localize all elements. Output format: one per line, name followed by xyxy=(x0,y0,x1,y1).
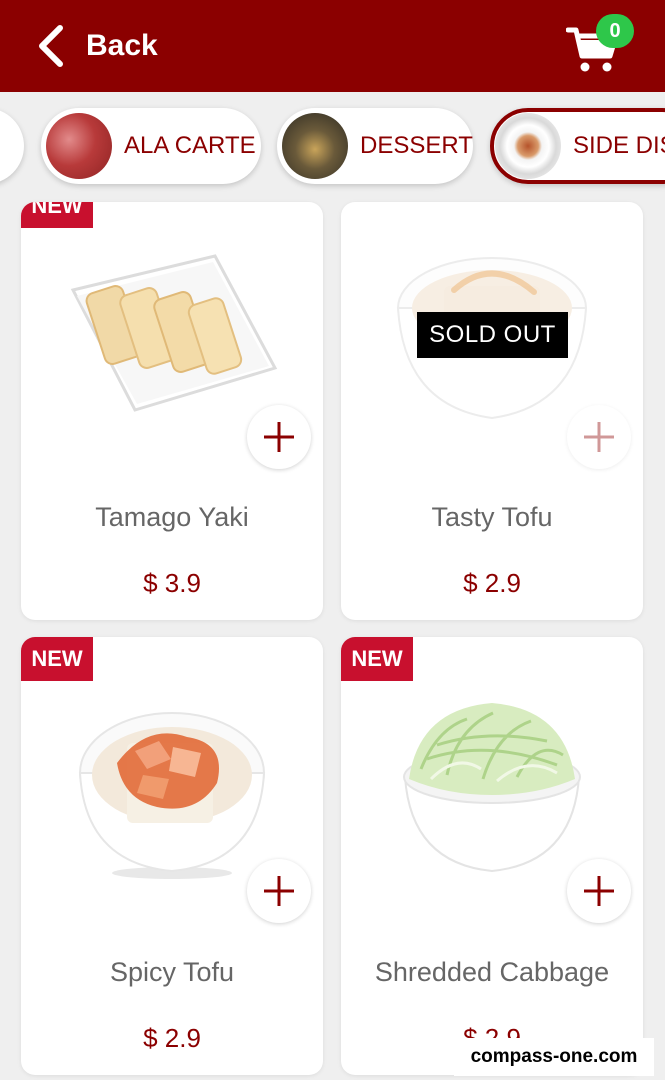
shredded-cabbage-image xyxy=(403,703,581,873)
cart-count-badge: 0 xyxy=(596,14,634,48)
back-button[interactable]: Back xyxy=(36,24,158,68)
category-label: ALA CARTE xyxy=(124,132,256,159)
watermark: compass-one.com xyxy=(454,1038,654,1076)
beef-thumbnail xyxy=(46,113,112,179)
add-to-cart-button-disabled xyxy=(567,405,631,469)
add-to-cart-button[interactable] xyxy=(247,859,311,923)
add-to-cart-button[interactable] xyxy=(247,405,311,469)
category-ala-carte[interactable]: ALA CARTE xyxy=(41,108,261,184)
top-bar: Back 0 xyxy=(0,0,665,92)
product-card-tasty-tofu[interactable]: SOLD OUT Tasty Tofu $ 2.9 xyxy=(341,202,643,620)
category-pill-partial[interactable] xyxy=(0,108,24,184)
category-label: DESSERT xyxy=(360,132,473,159)
product-card-shredded-cabbage[interactable]: NEW Shredded Cabbage $ 2.9 xyxy=(341,637,643,1075)
product-name: Tamago Yaki xyxy=(95,502,249,532)
plus-icon xyxy=(264,876,294,906)
product-name: Tasty Tofu xyxy=(431,502,553,532)
plus-icon xyxy=(584,876,614,906)
product-name: Spicy Tofu xyxy=(109,957,235,987)
dessert-thumbnail xyxy=(282,113,348,179)
product-price: $ 2.9 xyxy=(463,568,521,598)
category-strip[interactable]: ALA CARTE DESSERT SIDE DISH xyxy=(0,92,665,202)
plus-icon xyxy=(264,422,294,452)
new-badge: NEW xyxy=(341,637,413,681)
category-label: SIDE DISH xyxy=(573,132,665,159)
back-label: Back xyxy=(86,29,158,62)
product-price: $ 2.9 xyxy=(143,1023,201,1053)
category-side-dish[interactable]: SIDE DISH xyxy=(490,108,665,184)
product-card-tamago-yaki[interactable]: NEW Tamago Yaki $ 3.9 xyxy=(21,202,323,620)
add-to-cart-button[interactable] xyxy=(567,859,631,923)
chevron-left-icon xyxy=(39,25,63,67)
tamago-yaki-image xyxy=(70,254,278,412)
plus-icon xyxy=(584,422,614,452)
spicy-tofu-image xyxy=(78,712,266,879)
new-badge: NEW xyxy=(21,202,93,228)
new-badge: NEW xyxy=(21,637,93,681)
product-name: Shredded Cabbage xyxy=(374,957,610,987)
sold-out-overlay: SOLD OUT xyxy=(417,312,568,358)
cart-button[interactable]: 0 xyxy=(566,14,636,76)
product-card-spicy-tofu[interactable]: NEW Spicy Tofu $ 2.9 xyxy=(21,637,323,1075)
side-dish-thumbnail xyxy=(495,113,561,179)
product-price: $ 3.9 xyxy=(143,568,201,598)
category-dessert[interactable]: DESSERT xyxy=(277,108,473,184)
